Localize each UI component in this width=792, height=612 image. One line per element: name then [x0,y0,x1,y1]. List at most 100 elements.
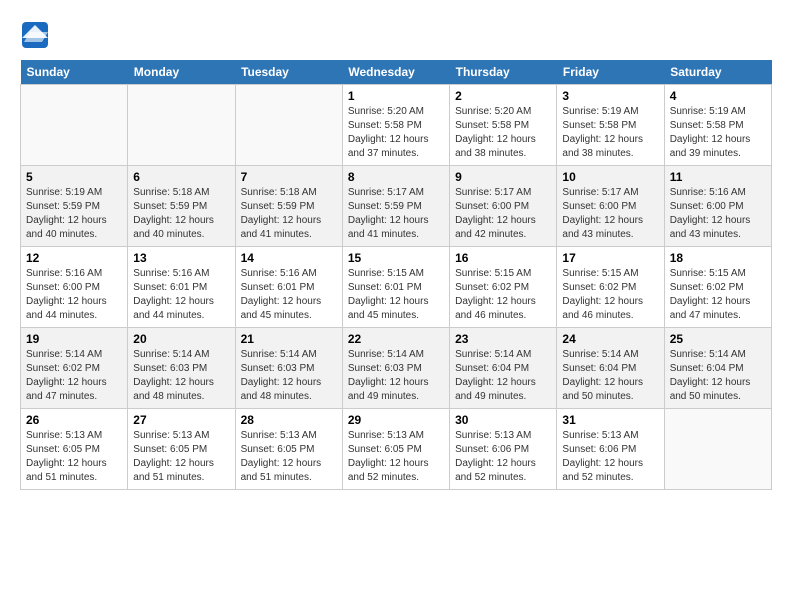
day-info: Sunrise: 5:16 AM Sunset: 6:01 PM Dayligh… [241,267,337,323]
calendar-week: 26 Sunrise: 5:13 AM Sunset: 6:05 PM Dayli… [21,409,772,490]
day-info: Sunrise: 5:13 AM Sunset: 6:05 PM Dayligh… [26,429,122,485]
calendar-cell: 22 Sunrise: 5:14 AM Sunset: 6:03 PM Dayli… [342,328,449,409]
weekday-header: Sunday [21,60,128,85]
day-info: Sunrise: 5:14 AM Sunset: 6:03 PM Dayligh… [133,348,229,404]
calendar-cell: 21Sunrise: 5:14 AM Sunset: 6:03 PM Dayli… [235,328,342,409]
calendar-body: 1 Sunrise: 5:20 AM Sunset: 5:58 PM Daylig… [21,85,772,490]
calendar-cell: 9 Sunrise: 5:17 AM Sunset: 6:00 PM Daylig… [450,166,557,247]
calendar-cell: 16Sunrise: 5:15 AM Sunset: 6:02 PM Dayli… [450,247,557,328]
calendar-cell: 10 Sunrise: 5:17 AM Sunset: 6:00 PM Dayli… [557,166,664,247]
day-info: Sunrise: 5:20 AM Sunset: 5:58 PM Dayligh… [348,105,444,161]
day-number: 2 [455,89,551,103]
calendar-cell: 30Sunrise: 5:13 AM Sunset: 6:06 PM Dayli… [450,409,557,490]
calendar-cell [664,409,771,490]
day-info: Sunrise: 5:14 AM Sunset: 6:04 PM Dayligh… [670,348,766,404]
calendar-cell: 23 Sunrise: 5:14 AM Sunset: 6:04 PM Dayli… [450,328,557,409]
day-info: Sunrise: 5:19 AM Sunset: 5:58 PM Dayligh… [562,105,658,161]
day-number: 18 [670,251,766,265]
day-number: 5 [26,170,122,184]
calendar-week: 12Sunrise: 5:16 AM Sunset: 6:00 PM Dayli… [21,247,772,328]
day-info: Sunrise: 5:15 AM Sunset: 6:02 PM Dayligh… [670,267,766,323]
day-number: 14 [241,251,337,265]
day-info: Sunrise: 5:19 AM Sunset: 5:59 PM Dayligh… [26,186,122,242]
calendar-cell: 31 Sunrise: 5:13 AM Sunset: 6:06 PM Dayli… [557,409,664,490]
weekday-row: SundayMondayTuesdayWednesdayThursdayFrid… [21,60,772,85]
calendar-cell: 2 Sunrise: 5:20 AM Sunset: 5:58 PM Daylig… [450,85,557,166]
calendar-cell: 28Sunrise: 5:13 AM Sunset: 6:05 PM Dayli… [235,409,342,490]
calendar-week: 19 Sunrise: 5:14 AM Sunset: 6:02 PM Dayli… [21,328,772,409]
day-info: Sunrise: 5:17 AM Sunset: 6:00 PM Dayligh… [562,186,658,242]
calendar-cell: 13 Sunrise: 5:16 AM Sunset: 6:01 PM Dayli… [128,247,235,328]
day-info: Sunrise: 5:17 AM Sunset: 5:59 PM Dayligh… [348,186,444,242]
calendar-week: 5 Sunrise: 5:19 AM Sunset: 5:59 PM Daylig… [21,166,772,247]
day-info: Sunrise: 5:13 AM Sunset: 6:05 PM Dayligh… [348,429,444,485]
calendar-cell: 3 Sunrise: 5:19 AM Sunset: 5:58 PM Daylig… [557,85,664,166]
day-number: 26 [26,413,122,427]
day-number: 11 [670,170,766,184]
day-info: Sunrise: 5:16 AM Sunset: 6:01 PM Dayligh… [133,267,229,323]
day-number: 23 [455,332,551,346]
calendar-cell: 12Sunrise: 5:16 AM Sunset: 6:00 PM Dayli… [21,247,128,328]
logo-icon [20,20,50,50]
calendar-cell: 11 Sunrise: 5:16 AM Sunset: 6:00 PM Dayli… [664,166,771,247]
calendar-cell: 29Sunrise: 5:13 AM Sunset: 6:05 PM Dayli… [342,409,449,490]
weekday-header: Saturday [664,60,771,85]
calendar-cell [21,85,128,166]
day-info: Sunrise: 5:17 AM Sunset: 6:00 PM Dayligh… [455,186,551,242]
weekday-header: Wednesday [342,60,449,85]
day-number: 22 [348,332,444,346]
weekday-header: Thursday [450,60,557,85]
calendar-cell: 20 Sunrise: 5:14 AM Sunset: 6:03 PM Dayli… [128,328,235,409]
day-number: 13 [133,251,229,265]
day-info: Sunrise: 5:13 AM Sunset: 6:06 PM Dayligh… [562,429,658,485]
day-number: 27 [133,413,229,427]
day-info: Sunrise: 5:16 AM Sunset: 6:00 PM Dayligh… [670,186,766,242]
day-number: 16 [455,251,551,265]
day-number: 25 [670,332,766,346]
calendar-cell: 25 Sunrise: 5:14 AM Sunset: 6:04 PM Dayli… [664,328,771,409]
weekday-header: Monday [128,60,235,85]
day-number: 3 [562,89,658,103]
day-number: 21 [241,332,337,346]
day-number: 20 [133,332,229,346]
day-info: Sunrise: 5:14 AM Sunset: 6:04 PM Dayligh… [455,348,551,404]
day-number: 4 [670,89,766,103]
calendar-cell: 24Sunrise: 5:14 AM Sunset: 6:04 PM Dayli… [557,328,664,409]
calendar-cell: 7 Sunrise: 5:18 AM Sunset: 5:59 PM Daylig… [235,166,342,247]
calendar-cell [235,85,342,166]
calendar-cell: 17Sunrise: 5:15 AM Sunset: 6:02 PM Dayli… [557,247,664,328]
day-info: Sunrise: 5:16 AM Sunset: 6:00 PM Dayligh… [26,267,122,323]
page-header [20,20,772,50]
day-info: Sunrise: 5:13 AM Sunset: 6:06 PM Dayligh… [455,429,551,485]
day-number: 24 [562,332,658,346]
day-number: 15 [348,251,444,265]
calendar-cell: 26 Sunrise: 5:13 AM Sunset: 6:05 PM Dayli… [21,409,128,490]
calendar-week: 1 Sunrise: 5:20 AM Sunset: 5:58 PM Daylig… [21,85,772,166]
calendar-cell: 4 Sunrise: 5:19 AM Sunset: 5:58 PM Daylig… [664,85,771,166]
calendar-cell [128,85,235,166]
calendar-header: SundayMondayTuesdayWednesdayThursdayFrid… [21,60,772,85]
calendar-cell: 5 Sunrise: 5:19 AM Sunset: 5:59 PM Daylig… [21,166,128,247]
day-info: Sunrise: 5:18 AM Sunset: 5:59 PM Dayligh… [241,186,337,242]
day-info: Sunrise: 5:19 AM Sunset: 5:58 PM Dayligh… [670,105,766,161]
day-number: 7 [241,170,337,184]
day-info: Sunrise: 5:15 AM Sunset: 6:02 PM Dayligh… [562,267,658,323]
calendar-cell: 8 Sunrise: 5:17 AM Sunset: 5:59 PM Daylig… [342,166,449,247]
calendar-cell: 14 Sunrise: 5:16 AM Sunset: 6:01 PM Dayli… [235,247,342,328]
calendar-cell: 18 Sunrise: 5:15 AM Sunset: 6:02 PM Dayli… [664,247,771,328]
calendar-cell: 6Sunrise: 5:18 AM Sunset: 5:59 PM Daylig… [128,166,235,247]
calendar-cell: 19 Sunrise: 5:14 AM Sunset: 6:02 PM Dayli… [21,328,128,409]
day-info: Sunrise: 5:14 AM Sunset: 6:02 PM Dayligh… [26,348,122,404]
logo [20,20,52,50]
day-number: 6 [133,170,229,184]
day-info: Sunrise: 5:14 AM Sunset: 6:03 PM Dayligh… [348,348,444,404]
day-number: 10 [562,170,658,184]
day-number: 1 [348,89,444,103]
day-number: 8 [348,170,444,184]
day-number: 28 [241,413,337,427]
day-number: 19 [26,332,122,346]
day-info: Sunrise: 5:13 AM Sunset: 6:05 PM Dayligh… [133,429,229,485]
day-number: 31 [562,413,658,427]
day-info: Sunrise: 5:20 AM Sunset: 5:58 PM Dayligh… [455,105,551,161]
day-number: 9 [455,170,551,184]
